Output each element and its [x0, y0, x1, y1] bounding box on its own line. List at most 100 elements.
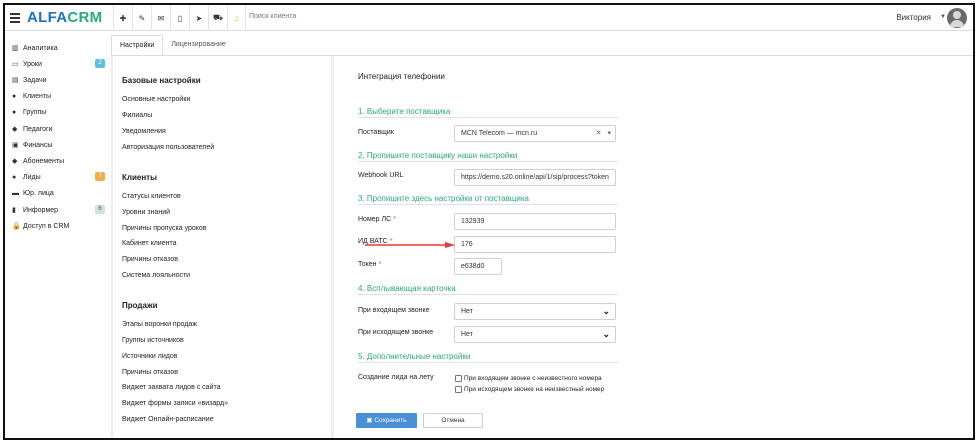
sidebar-item-4[interactable]: ● Группы [12, 105, 106, 119]
envelope-icon[interactable]: ✉ [151, 5, 170, 31]
building-icon: ▬ [12, 189, 19, 197]
sidebar-item-label: Информер [23, 206, 59, 214]
settings-link[interactable]: Статусы клиентов [122, 193, 181, 200]
ls-number-field[interactable]: 132939 [454, 213, 616, 230]
provider-select[interactable]: MCN Telecom — mcn.ru ✕ ▾ [454, 125, 616, 142]
settings-link[interactable]: Основные настройки [122, 96, 190, 103]
checkbox[interactable] [455, 375, 462, 382]
plus-icon[interactable]: ✚ [113, 5, 132, 31]
sidebar-item-label: Аналитика [23, 44, 58, 52]
sidebar-item-2[interactable]: ▤ Задачи [12, 73, 106, 87]
provider-value: MCN Telecom — mcn.ru [461, 130, 538, 137]
required-mark: * [378, 261, 382, 268]
settings-link[interactable]: Уровни знаний [122, 209, 170, 216]
lock-icon: 🔒 [12, 223, 21, 230]
count-badge: 7 [95, 172, 105, 181]
settings-link[interactable]: Причины пропуска уроков [122, 225, 207, 232]
settings-link[interactable]: Система лояльности [122, 272, 190, 279]
wrench-icon[interactable]: ✎ [132, 5, 151, 31]
tab-settings[interactable]: Настройки [111, 35, 164, 55]
incoming-call-select[interactable]: Нет ⌄ [454, 303, 616, 320]
chevron-down-icon[interactable]: ⌄ [602, 304, 610, 319]
settings-link[interactable]: Источники лидов [122, 353, 177, 360]
token-label: Токен * [358, 261, 381, 268]
sidebar-item-7[interactable]: ◆ Абонементы [12, 154, 106, 168]
sidebar-item-5[interactable]: ◆ Педагоги [12, 122, 106, 136]
settings-link[interactable]: Виджет формы записи «визард» [122, 400, 228, 407]
logo[interactable]: ALFACRM [27, 9, 102, 26]
webhook-url-field[interactable]: https://demo.s20.online/api/1/sip/proces… [454, 169, 616, 186]
section-heading: 1. Выберите поставщика [358, 107, 618, 118]
settings-link[interactable]: Виджет Онлайн-расписание [122, 416, 214, 423]
settings-link[interactable]: Группы источников [122, 337, 184, 344]
sidebar-item-label: Педагоги [23, 125, 53, 133]
sidebar-item-9[interactable]: ▬ Юр. лица [12, 186, 106, 200]
sidebar-item-label: Лиды [23, 173, 41, 181]
save-button[interactable]: ▣ Сохранить [356, 413, 417, 428]
quick-actions: ✚ ✎ ✉ ▯ ➤ ⛟ ♫ [113, 5, 246, 31]
section-title-clients: Клиенты [122, 173, 157, 182]
bell-icon[interactable]: ♫ [227, 5, 246, 31]
logo-crm: CRM [67, 9, 103, 26]
annotation-arrow [365, 242, 455, 248]
checkbox-label: При исходящем звонке на неизвестный номе… [464, 386, 605, 393]
sidebar-item-0[interactable]: ▥ Аналитика [12, 41, 106, 55]
money-icon: ▣ [12, 142, 19, 149]
section-heading: 5. Дополнительные настройки [358, 352, 618, 363]
sidebar-item-10[interactable]: ▮ Информер 6 [12, 203, 106, 217]
phone-icon[interactable]: ▯ [170, 5, 189, 31]
sidebar-item-label: Уроки [23, 60, 42, 68]
count-badge: 6 [95, 205, 105, 214]
users-icon: ● [12, 108, 17, 116]
settings-link[interactable]: Виджет захвата лидов с сайта [122, 384, 221, 391]
graduation-icon: ◆ [12, 126, 18, 133]
sidebar-item-1[interactable]: ▭ Уроки 2 [12, 57, 106, 71]
sidebar-item-11[interactable]: 🔒 Доступ в CRM [12, 219, 106, 233]
sidebar-item-6[interactable]: ▣ Финансы [12, 138, 106, 152]
clear-icon[interactable]: ✕ [596, 130, 602, 137]
send-icon[interactable]: ➤ [189, 5, 208, 31]
settings-link[interactable]: Уведомления [122, 128, 166, 135]
chevron-down-icon[interactable]: ▼ [940, 14, 946, 20]
avatar[interactable] [947, 8, 967, 28]
sidebar-item-label: Финансы [23, 141, 53, 149]
settings-link[interactable]: Авторизация пользователей [122, 144, 214, 151]
sidebar-item-label: Клиенты [23, 92, 52, 100]
tasks-icon: ▤ [12, 77, 19, 84]
cancel-button[interactable]: Отмена [423, 413, 483, 428]
cart-icon[interactable]: ⛟ [208, 5, 227, 31]
ls-number-label-text: Номер ЛС [358, 216, 392, 223]
ls-number-label: Номер ЛС * [358, 216, 396, 223]
client-search-input[interactable]: Поиск клиента [249, 13, 296, 20]
outgoing-call-label: При исходящем звонке [358, 329, 434, 336]
outgoing-call-value: Нет [461, 331, 473, 338]
book-icon: ▮ [12, 207, 16, 214]
menu-icon[interactable] [10, 13, 20, 23]
form-title: Интеграция телефонии [358, 72, 445, 81]
save-icon: ▣ [366, 417, 373, 424]
settings-link[interactable]: Причины отказов [122, 369, 178, 376]
user-name[interactable]: Виктория [896, 13, 931, 22]
sidebar-item-label: Абонементы [23, 157, 65, 165]
caret-down-icon[interactable]: ▾ [607, 130, 611, 137]
chevron-down-icon[interactable]: ⌄ [602, 327, 610, 342]
settings-link[interactable]: Причины отказов [122, 256, 178, 263]
tab-licensing[interactable]: Лицензирование [163, 35, 233, 55]
count-badge: 2 [95, 59, 105, 68]
incoming-unknown-checkbox-row[interactable]: При входящем звонке с неизвестного номер… [455, 375, 602, 382]
sidebar-item-8[interactable]: ● Лиды 7 [12, 170, 106, 184]
outgoing-call-select[interactable]: Нет ⌄ [454, 326, 616, 343]
save-label: Сохранить [374, 417, 407, 424]
settings-link[interactable]: Этапы воронки продаж [122, 321, 197, 328]
checkbox[interactable] [455, 386, 462, 393]
outgoing-unknown-checkbox-row[interactable]: При исходящем звонке на неизвестный номе… [455, 386, 604, 393]
section-heading: 2. Пропишите поставщику наши настройки [358, 151, 618, 162]
provider-label: Поставщик [358, 129, 394, 136]
sidebar-item-3[interactable]: ● Клиенты [12, 89, 106, 103]
settings-link[interactable]: Кабинет клиента [122, 240, 176, 247]
vats-id-field[interactable]: 176 [454, 236, 616, 253]
token-label-text: Токен [358, 261, 377, 268]
logo-alfa: ALFA [27, 9, 68, 26]
settings-link[interactable]: Филиалы [122, 112, 152, 119]
token-field[interactable]: e638d0 [454, 258, 502, 275]
